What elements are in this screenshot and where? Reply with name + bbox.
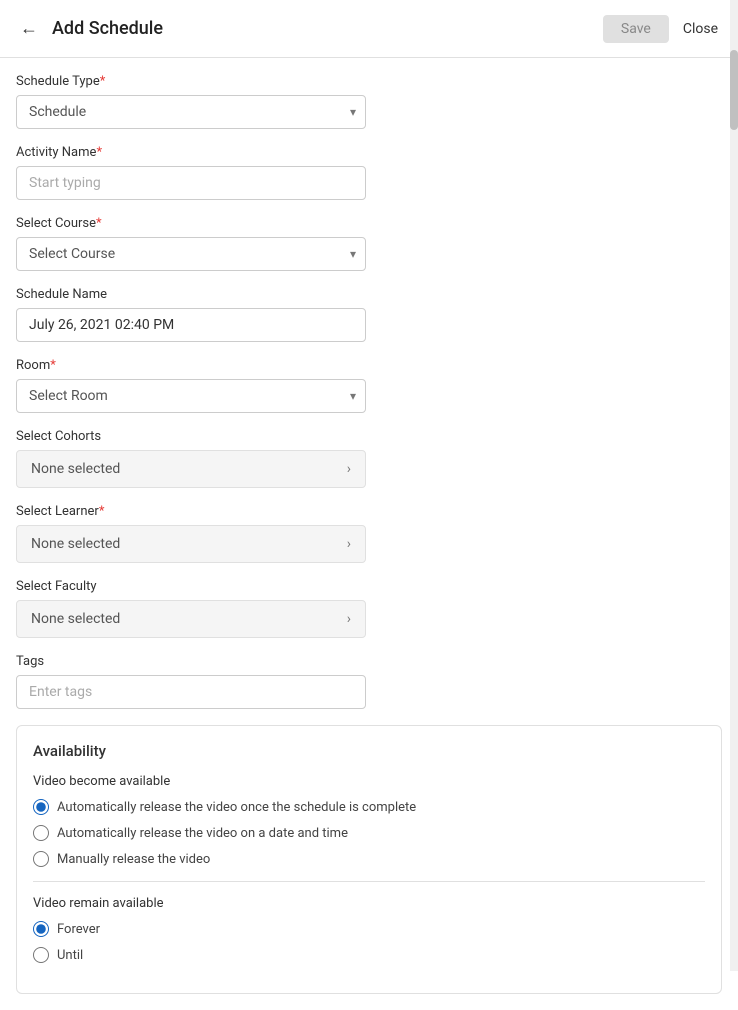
availability-title: Availability bbox=[33, 742, 705, 760]
radio-auto-complete-label: Automatically release the video once the… bbox=[57, 800, 416, 815]
tags-input[interactable] bbox=[16, 675, 366, 709]
schedule-type-select[interactable]: Schedule Event Session bbox=[16, 95, 366, 129]
page-header: ← Add Schedule Save Close bbox=[0, 0, 738, 58]
select-faculty-group: Select Faculty None selected › bbox=[16, 579, 722, 638]
schedule-type-group: Schedule Type* Schedule Event Session ▾ bbox=[16, 74, 722, 129]
select-course-group: Select Course* Select Course ▾ bbox=[16, 216, 722, 271]
back-icon: ← bbox=[20, 18, 38, 39]
back-button[interactable]: ← bbox=[16, 14, 42, 43]
room-group: Room* Select Room ▾ bbox=[16, 358, 722, 413]
room-label: Room* bbox=[16, 358, 722, 373]
schedule-name-input[interactable] bbox=[16, 308, 366, 342]
tags-label: Tags bbox=[16, 654, 722, 669]
radio-forever-input[interactable] bbox=[33, 921, 49, 937]
video-available-radio-group: Automatically release the video once the… bbox=[33, 799, 705, 867]
radio-until-input[interactable] bbox=[33, 947, 49, 963]
radio-until-label: Until bbox=[57, 948, 83, 963]
schedule-name-label: Schedule Name bbox=[16, 287, 722, 302]
video-remain-subsection: Video remain available Forever Until bbox=[33, 896, 705, 963]
activity-name-input[interactable] bbox=[16, 166, 366, 200]
chevron-right-icon: › bbox=[347, 461, 351, 477]
select-cohorts-group: Select Cohorts None selected › bbox=[16, 429, 722, 488]
radio-auto-complete-input[interactable] bbox=[33, 799, 49, 815]
select-faculty-value: None selected bbox=[31, 611, 120, 627]
select-course-select[interactable]: Select Course bbox=[16, 237, 366, 271]
schedule-name-group: Schedule Name bbox=[16, 287, 722, 342]
room-wrapper: Select Room ▾ bbox=[16, 379, 366, 413]
chevron-right-icon: › bbox=[347, 611, 351, 627]
divider bbox=[33, 881, 705, 882]
radio-auto-date[interactable]: Automatically release the video on a dat… bbox=[33, 825, 705, 841]
select-cohorts-value: None selected bbox=[31, 461, 120, 477]
close-button[interactable]: Close bbox=[679, 15, 722, 43]
activity-name-group: Activity Name* bbox=[16, 145, 722, 200]
activity-name-label: Activity Name* bbox=[16, 145, 722, 160]
header-right: Save Close bbox=[603, 15, 722, 43]
chevron-right-icon: › bbox=[347, 536, 351, 552]
video-available-label: Video become available bbox=[33, 774, 705, 789]
page-title: Add Schedule bbox=[52, 18, 163, 39]
radio-until[interactable]: Until bbox=[33, 947, 705, 963]
scrollbar[interactable] bbox=[730, 0, 738, 971]
select-cohorts-button[interactable]: None selected › bbox=[16, 450, 366, 488]
select-learner-group: Select Learner* None selected › bbox=[16, 504, 722, 563]
radio-manual-input[interactable] bbox=[33, 851, 49, 867]
video-remain-label: Video remain available bbox=[33, 896, 705, 911]
schedule-type-label: Schedule Type* bbox=[16, 74, 722, 89]
video-remain-radio-group: Forever Until bbox=[33, 921, 705, 963]
radio-forever[interactable]: Forever bbox=[33, 921, 705, 937]
availability-section: Availability Video become available Auto… bbox=[16, 725, 722, 994]
tags-group: Tags bbox=[16, 654, 722, 709]
radio-auto-complete[interactable]: Automatically release the video once the… bbox=[33, 799, 705, 815]
radio-manual[interactable]: Manually release the video bbox=[33, 851, 705, 867]
radio-manual-label: Manually release the video bbox=[57, 852, 210, 867]
room-select[interactable]: Select Room bbox=[16, 379, 366, 413]
schedule-type-wrapper: Schedule Event Session ▾ bbox=[16, 95, 366, 129]
select-learner-button[interactable]: None selected › bbox=[16, 525, 366, 563]
radio-auto-date-label: Automatically release the video on a dat… bbox=[57, 826, 348, 841]
scrollbar-thumb[interactable] bbox=[730, 50, 738, 130]
radio-forever-label: Forever bbox=[57, 922, 100, 937]
select-learner-label: Select Learner* bbox=[16, 504, 722, 519]
video-available-subsection: Video become available Automatically rel… bbox=[33, 774, 705, 867]
select-course-label: Select Course* bbox=[16, 216, 722, 231]
form-content: Schedule Type* Schedule Event Session ▾ … bbox=[0, 58, 738, 1010]
save-button[interactable]: Save bbox=[603, 15, 669, 43]
select-faculty-label: Select Faculty bbox=[16, 579, 722, 594]
radio-auto-date-input[interactable] bbox=[33, 825, 49, 841]
select-learner-value: None selected bbox=[31, 536, 120, 552]
select-course-wrapper: Select Course ▾ bbox=[16, 237, 366, 271]
select-faculty-button[interactable]: None selected › bbox=[16, 600, 366, 638]
select-cohorts-label: Select Cohorts bbox=[16, 429, 722, 444]
header-left: ← Add Schedule bbox=[16, 14, 163, 43]
